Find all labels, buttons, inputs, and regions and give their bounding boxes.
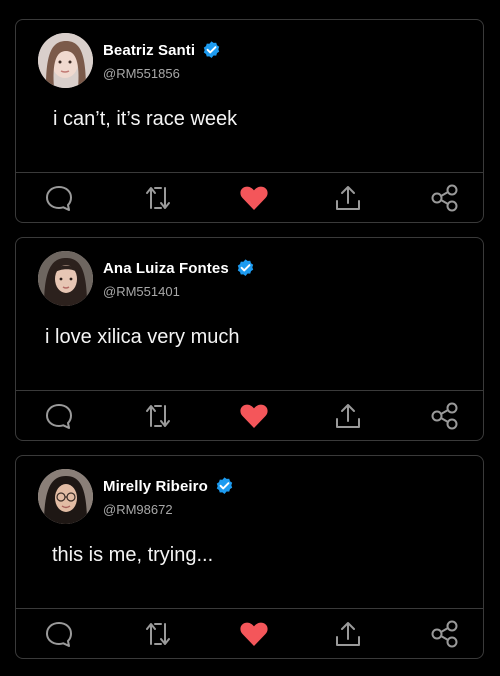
heart-icon [240, 186, 268, 210]
share-nodes-button[interactable] [429, 400, 461, 432]
tweet-actions [16, 609, 483, 659]
like-button[interactable] [238, 618, 270, 650]
user-handle[interactable]: @RM98672 [103, 502, 235, 517]
reply-bubble-icon [46, 622, 72, 647]
tweet-card: Ana Luiza Fontes @RM551401 i love xilica… [15, 237, 484, 441]
reply-button[interactable] [43, 400, 75, 432]
display-name[interactable]: Ana Luiza Fontes [103, 260, 229, 277]
share-button[interactable] [332, 182, 364, 214]
share-nodes-button[interactable] [429, 182, 461, 214]
tweet-card: Mirelly Ribeiro @RM98672 this is me, try… [15, 455, 484, 659]
heart-icon [240, 622, 268, 646]
retweet-icon [146, 405, 170, 427]
share-button[interactable] [332, 400, 364, 432]
share-nodes-icon [431, 620, 458, 648]
user-handle[interactable]: @RM551856 [103, 66, 222, 81]
avatar[interactable] [38, 468, 93, 524]
verified-badge-icon [203, 40, 220, 58]
user-handle[interactable]: @RM551401 [103, 284, 256, 299]
display-name[interactable]: Mirelly Ribeiro [103, 478, 208, 495]
reply-button[interactable] [43, 618, 75, 650]
share-button[interactable] [332, 618, 364, 650]
reply-button[interactable] [43, 182, 75, 214]
like-button[interactable] [238, 400, 270, 432]
avatar[interactable] [38, 250, 93, 306]
tweet-header: Mirelly Ribeiro @RM98672 [38, 466, 235, 526]
tweet-header: Ana Luiza Fontes @RM551401 [38, 248, 256, 308]
reply-bubble-icon [46, 186, 72, 211]
tweet-header: Beatriz Santi @RM551856 [38, 30, 222, 90]
display-name[interactable]: Beatriz Santi [103, 42, 195, 59]
reply-bubble-icon [46, 404, 72, 429]
verified-badge-icon [216, 476, 233, 494]
share-upload-icon [336, 404, 360, 428]
tweet-text: i can’t, it’s race week [53, 108, 238, 130]
share-nodes-icon [431, 402, 458, 430]
retweet-button[interactable] [142, 618, 174, 650]
tweet-card: Beatriz Santi @RM551856 i can’t, it’s ra… [15, 19, 484, 223]
retweet-button[interactable] [142, 182, 174, 214]
like-button[interactable] [238, 182, 270, 214]
avatar[interactable] [38, 32, 93, 88]
retweet-button[interactable] [142, 400, 174, 432]
heart-icon [240, 404, 268, 428]
share-nodes-icon [431, 184, 458, 212]
share-upload-icon [336, 186, 360, 210]
tweet-actions [16, 173, 483, 223]
tweet-actions [16, 391, 483, 441]
tweet-text: this is me, trying... [52, 544, 214, 566]
share-nodes-button[interactable] [429, 618, 461, 650]
share-upload-icon [336, 622, 360, 646]
verified-badge-icon [237, 258, 253, 276]
tweet-text: i love xilica very much [45, 326, 240, 348]
retweet-icon [146, 187, 170, 209]
retweet-icon [146, 623, 170, 645]
